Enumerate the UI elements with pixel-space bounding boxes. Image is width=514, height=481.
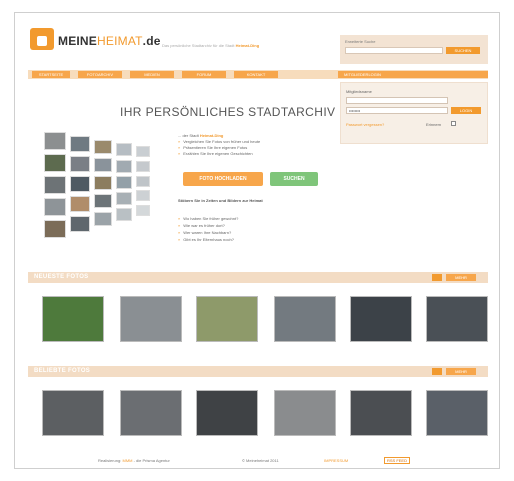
username-label: Mitgliedsname xyxy=(346,89,372,94)
photo-tile xyxy=(116,143,132,156)
nav-item-contact[interactable]: KONTAKT xyxy=(234,71,278,78)
search-input[interactable] xyxy=(345,47,443,54)
search-label: Erweiterte Suche xyxy=(345,39,376,44)
search-button[interactable]: SUCHEN xyxy=(446,47,480,54)
photo-thumbnail[interactable] xyxy=(196,296,258,342)
photo-thumbnail[interactable] xyxy=(274,296,336,342)
remember-label: Erinnern xyxy=(426,122,442,127)
footer: Realisierung: MMM - die Prisma Agentur ©… xyxy=(28,456,488,466)
section-title: NEUESTE FOTOS xyxy=(34,274,89,280)
section-bar-popular: BELIEBTE FOTOS MEHR xyxy=(28,366,488,377)
photo-tile xyxy=(94,140,112,154)
password-field[interactable]: •••••••• xyxy=(346,107,448,114)
section-badge[interactable] xyxy=(432,368,442,375)
photo-tile xyxy=(44,198,66,216)
photo-tile xyxy=(136,176,150,187)
logo-main: MEINE xyxy=(58,34,98,48)
photo-tile xyxy=(136,190,150,201)
photo-thumbnail[interactable] xyxy=(42,296,104,342)
photo-thumbnail[interactable] xyxy=(120,390,182,436)
rss-feed-button[interactable]: RSS FEED xyxy=(384,457,410,464)
photo-thumbnail[interactable] xyxy=(42,390,104,436)
question-list: Wo haben Sie früher gewohnt? Wie war es … xyxy=(178,216,238,244)
photo-tile xyxy=(70,156,90,172)
nav-item-media[interactable]: MEDIEN xyxy=(130,71,174,78)
login-panel: Mitgliedsname •••••••• LOGIN Passwort ve… xyxy=(340,82,488,144)
site-logo[interactable]: MEINEHEIMAT.de xyxy=(58,34,161,48)
photo-tile xyxy=(94,158,112,172)
photo-tile xyxy=(116,160,132,173)
photo-tile xyxy=(44,176,66,194)
page-headline: IHR PERSÖNLICHES STADTARCHIV xyxy=(120,105,336,119)
photo-row-popular xyxy=(28,390,488,450)
photo-thumbnail[interactable] xyxy=(350,296,412,342)
question-link[interactable]: Wer waren Ihre Nachbarn? xyxy=(178,230,238,237)
question-link[interactable]: Gibt es Ihr Elternhaus noch? xyxy=(178,237,238,244)
search-panel: Erweiterte Suche SUCHEN xyxy=(340,35,488,64)
section-badge[interactable] xyxy=(432,274,442,281)
nav-item-archive[interactable]: FOTOARCHIV xyxy=(78,71,122,78)
main-nav: STARTSEITE FOTOARCHIV MEDIEN FORUM KONTA… xyxy=(28,70,488,79)
photo-tile xyxy=(136,146,150,157)
photo-thumbnail[interactable] xyxy=(426,296,488,342)
footer-impressum-link[interactable]: IMPRESSUM xyxy=(324,458,348,463)
photo-tile xyxy=(136,205,150,216)
username-field[interactable] xyxy=(346,97,448,104)
forgot-password-link[interactable]: Passwort vergessen? xyxy=(346,122,384,127)
more-button[interactable]: MEHR xyxy=(446,274,476,281)
photo-tile xyxy=(44,132,66,150)
photo-thumbnail[interactable] xyxy=(426,390,488,436)
photo-wall-image xyxy=(42,128,162,243)
tagline: Das persönliche Stadtarchiv für die Stad… xyxy=(162,43,260,48)
nav-item-start[interactable]: STARTSEITE xyxy=(32,71,70,78)
home-icon[interactable] xyxy=(30,28,54,50)
photo-tile xyxy=(94,176,112,190)
photo-tile xyxy=(116,176,132,189)
photo-tile xyxy=(116,208,132,221)
logo-accent: HEIMAT xyxy=(97,34,143,48)
remember-checkbox[interactable] xyxy=(451,121,456,126)
photo-thumbnail[interactable] xyxy=(120,296,182,342)
feature-bullet: Erzählen Sie Ihre eigenen Geschichten xyxy=(178,151,338,157)
section-bar-newest: NEUESTE FOTOS MEHR xyxy=(28,272,488,283)
section-title: BELIEBTE FOTOS xyxy=(34,368,91,374)
photo-tile xyxy=(94,212,112,226)
photo-tile xyxy=(136,161,150,172)
browse-heading: Stöbern Sie in Zeiten und Bildern zur He… xyxy=(178,198,263,203)
photo-tile xyxy=(44,154,66,172)
photo-tile xyxy=(70,176,90,192)
photo-tile xyxy=(94,194,112,208)
photo-tile xyxy=(70,196,90,212)
photo-thumbnail[interactable] xyxy=(196,390,258,436)
login-button[interactable]: LOGIN xyxy=(451,107,481,114)
photo-thumbnail[interactable] xyxy=(274,390,336,436)
photo-tile xyxy=(116,192,132,205)
logo-tld: .de xyxy=(142,34,161,48)
teaser-search-button[interactable]: SUCHEN xyxy=(270,172,318,186)
intro-text: ... der Stadt Heimat-Ding Vergleichen Si… xyxy=(178,133,338,157)
question-link[interactable]: Wie war es früher dort? xyxy=(178,223,238,230)
photo-row-newest xyxy=(28,296,488,356)
more-button[interactable]: MEHR xyxy=(446,368,476,375)
member-login-tab[interactable]: MITGLIEDERLOGIN xyxy=(338,71,488,78)
upload-photo-button[interactable]: FOTO HOCHLADEN xyxy=(183,172,263,186)
photo-tile xyxy=(70,216,90,232)
footer-credit: Realisierung: MMM - die Prisma Agentur xyxy=(98,458,170,463)
photo-thumbnail[interactable] xyxy=(350,390,412,436)
nav-item-forum[interactable]: FORUM xyxy=(182,71,226,78)
photo-tile xyxy=(44,220,66,238)
footer-copyright: © Meineheimat 2011 xyxy=(242,458,279,463)
question-link[interactable]: Wo haben Sie früher gewohnt? xyxy=(178,216,238,223)
photo-tile xyxy=(70,136,90,152)
